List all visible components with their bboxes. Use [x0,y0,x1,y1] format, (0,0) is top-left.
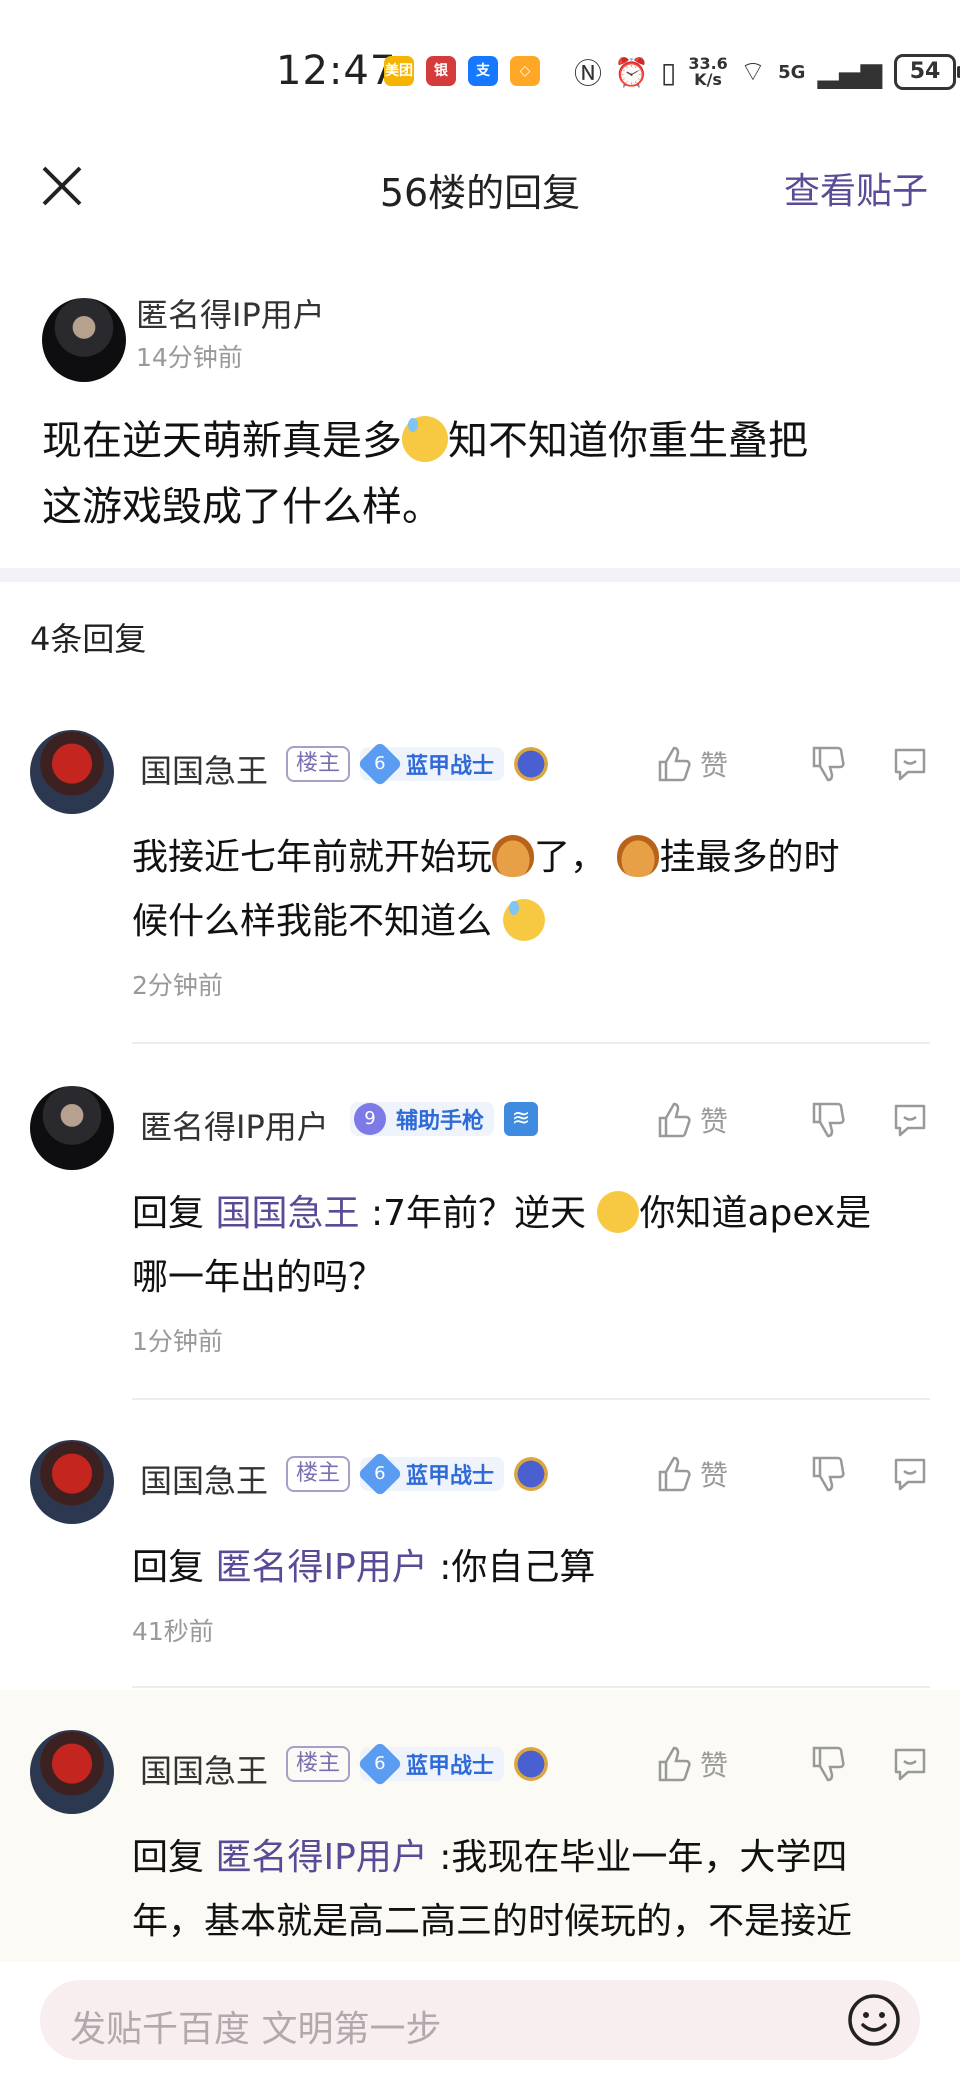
author-name[interactable]: 国国急王 [140,1456,268,1502]
post-content: 现在逆天萌新真是多 知不知道你重生叠把 这游戏毁成了什么样。 [42,416,808,530]
thumb-down-icon[interactable] [808,1454,848,1494]
thumb-down-icon[interactable] [808,744,848,784]
avatar[interactable] [42,298,126,382]
laugh-emoji-icon [597,1191,640,1233]
rank-icon [514,1747,549,1781]
signal-type: 5G [778,61,806,83]
rank-icon [514,747,549,781]
nfc-icon: Ⓝ [574,57,603,90]
bank-icon: 银 [426,56,456,86]
thumb-up-icon [658,1456,691,1492]
signal-icon: ▂▄▆ [817,55,883,89]
title-bar: 56楼的回复 查看贴子 [0,140,960,230]
avatar[interactable] [30,730,114,814]
app-icon: ◇ [510,56,540,86]
thumb-down-icon[interactable] [808,1744,848,1784]
like-button[interactable]: 赞 [654,744,772,784]
battery-icon: 54 [894,54,960,90]
level-badge: 9 辅助手枪 [350,1102,495,1136]
sweat-emoji-icon [402,416,448,462]
comment-icon[interactable] [890,744,930,784]
user-badges: 楼主 6 蓝甲战士 [286,1451,549,1497]
avatar[interactable] [30,1440,114,1524]
reply-time: 1分钟前 [132,1327,223,1356]
reply-content: 回复 国国急王 :7年前？逆天 你知道apex是 哪一年出的吗？ [132,1191,872,1298]
divider [132,1686,930,1688]
pie-emoji-icon [617,835,660,877]
alarm-icon: ⏰ [614,55,649,89]
owner-badge: 楼主 [286,1456,351,1492]
owner-badge: 楼主 [286,746,351,782]
reply-content: 我接近七年前就开始玩 了， 挂最多的时 候什么样我能不知道么 [132,835,840,942]
meituan-icon: 美团 [384,56,414,86]
alipay-icon: 支 [468,56,498,86]
pie-emoji-icon [492,835,535,877]
author-name[interactable]: 国国急王 [140,1746,268,1792]
reply-time: 2分钟前 [132,971,223,1000]
view-post-link[interactable]: 查看贴子 [784,162,928,214]
post-time: 14分钟前 [136,343,243,372]
like-button[interactable]: 赞 [654,1100,772,1140]
input-placeholder: 发贴千百度 文明第一步 [70,2009,442,2050]
author-name[interactable]: 匿名得IP用户 [136,290,325,336]
notification-icons: 美团 银 支 ◇ [384,56,540,86]
bottom-input-bar: 发贴千百度 文明第一步 [0,1962,960,2080]
rank-icon [514,1457,549,1491]
author-name[interactable]: 国国急王 [140,746,268,792]
avatar[interactable] [30,1086,114,1170]
status-bar: 12:47 美团 银 支 ◇ Ⓝ ⏰ ▯ 33.6 K/s ⌔ 5G ▂▄▆ 54 [0,0,960,140]
system-indicators: Ⓝ ⏰ ▯ 33.6 K/s ⌔ 5G ▂▄▆ 54 [574,52,960,92]
reply-content: 回复 匿名得IP用户 :我现在毕业一年，大学四 年，基本就是高二高三的时候玩的，… [132,1837,853,1942]
level-badge: 6 蓝甲战士 [357,1451,505,1497]
reply-actions: 赞 [654,1454,930,1494]
reply-to-link[interactable]: 匿名得IP用户 [215,1547,427,1588]
clock: 12:47 [276,48,397,94]
author-name[interactable]: 匿名得IP用户 [140,1102,329,1148]
avatar[interactable] [30,1730,114,1814]
thumb-up-icon [658,1102,691,1138]
thumb-down-icon[interactable] [808,1100,848,1140]
level-badge: 6 蓝甲战士 [357,1741,505,1787]
comment-icon[interactable] [890,1454,930,1494]
owner-badge: 楼主 [286,1746,351,1782]
reply-to-link[interactable]: 国国急王 [215,1193,359,1234]
reply-input[interactable]: 发贴千百度 文明第一步 [40,1980,920,2060]
thumb-up-icon [658,1746,691,1782]
reply-content: 回复 匿名得IP用户 :你自己算 [132,1547,596,1588]
reply-actions: 赞 [654,1100,930,1140]
comment-icon[interactable] [890,1744,930,1784]
section-divider [0,568,960,582]
emoji-picker-icon[interactable] [846,1992,902,2048]
like-button[interactable]: 赞 [654,1744,772,1784]
user-badges: 楼主 6 蓝甲战士 [286,1741,549,1787]
net-speed: 33.6 K/s [688,54,728,89]
user-badges: 楼主 6 蓝甲战士 [286,741,549,787]
vibrate-icon: ▯ [660,55,677,89]
divider [132,1398,930,1400]
level-badge: 6 蓝甲战士 [357,741,505,787]
thumb-up-icon [658,746,691,782]
reply-time: 41秒前 [132,1617,214,1646]
comment-icon[interactable] [890,1100,930,1140]
sweat-emoji-icon [503,899,546,941]
user-badges: 9 辅助手枪 ≋ [350,1102,539,1136]
like-button[interactable]: 赞 [654,1454,772,1494]
reply-actions: 赞 [654,744,930,784]
reply-actions: 赞 [654,1744,930,1784]
reply-count: 4条回复 [30,620,147,658]
divider [132,1042,930,1044]
reply-to-link[interactable]: 匿名得IP用户 [215,1837,427,1878]
wifi-icon: ⌔ [739,54,767,88]
aquarius-icon: ≋ [504,1102,539,1136]
